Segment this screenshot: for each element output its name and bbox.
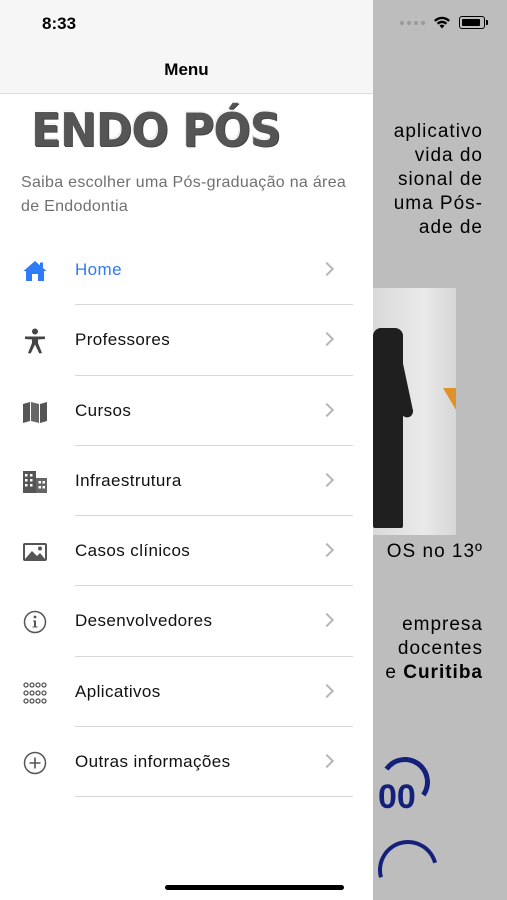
bg-line: docentes [397,638,483,659]
bg-line: aplicativo [393,121,483,142]
tagline: Saiba escolher uma Pós-graduação na área… [21,174,347,215]
app-logo: ENDO PÓS [30,102,280,157]
menu-item-casos-clinicos[interactable]: Casos clínicos [0,516,373,587]
drawer-title: Menu [164,60,209,79]
background-paragraph-3: empresa docentes e Curitiba [373,613,483,685]
separator [75,796,353,798]
menu-item-professores[interactable]: Professores [0,305,373,376]
menu-item-cursos[interactable]: Cursos [0,376,373,446]
orange-shape [443,388,456,410]
bg-line: vida do [414,145,483,166]
side-drawer: Menu ENDO PÓS Saiba escolher uma Pós-gra… [0,0,373,900]
chevron-right-icon [319,683,335,698]
chevron-right-icon [319,543,335,558]
bg-line: e Curitiba [373,661,483,685]
background-photo [373,288,456,535]
signal-icon [400,20,425,25]
menu-item-aplicativos[interactable]: Aplicativos [0,657,373,728]
status-icons [400,16,488,29]
chevron-right-icon [319,754,335,769]
menu-item-home[interactable]: Home [0,235,373,306]
grid-icon [21,681,49,705]
menu-item-outras-informacoes[interactable]: Outras informações [0,727,373,798]
menu-label: Home [75,260,122,279]
bg-line: empresa [402,614,483,635]
background-paragraph-1: aplicativo vida do sional de uma Pós- ad… [373,120,483,240]
background-paragraph-2: OS no 13º [386,541,483,562]
menu-item-infraestrutura[interactable]: Infraestrutura [0,446,373,517]
drawer-menu: Home Professores Cursos Infraestrutura C… [0,235,373,798]
info-icon [21,610,49,634]
status-time: 8:33 [42,14,77,33]
chevron-right-icon [319,261,335,277]
menu-label: Outras informações [75,752,231,772]
menu-label: Desenvolvedores [75,611,213,631]
menu-label: Aplicativos [75,681,161,701]
bg-line: ade de [418,217,483,238]
menu-label: Casos clínicos [75,541,191,561]
battery-icon [459,16,488,29]
chevron-right-icon [319,402,335,417]
bg-text-bold: Curitiba [403,662,483,683]
menu-label: Professores [75,330,171,350]
map-icon [21,400,49,424]
chevron-right-icon [319,613,335,628]
wifi-icon [434,16,450,29]
chevron-right-icon [319,472,335,487]
photo-icon [21,540,49,564]
bg-text-prefix: e [385,662,404,683]
menu-label: Cursos [75,400,132,420]
brand-logo-fragment: 00 [378,778,416,816]
home-indicator[interactable] [165,885,344,890]
bg-line: sional de [397,169,483,190]
brand-arc-shape-2 [367,829,449,900]
menu-label: Infraestrutura [75,470,182,490]
menu-item-desenvolvedores[interactable]: Desenvolvedores [0,586,373,657]
home-icon [21,259,49,283]
chevron-right-icon [319,332,335,347]
building-icon [21,470,49,494]
bg-line: uma Pós- [393,193,483,214]
plus-circle-icon [21,751,49,775]
accessibility-icon [21,328,49,354]
